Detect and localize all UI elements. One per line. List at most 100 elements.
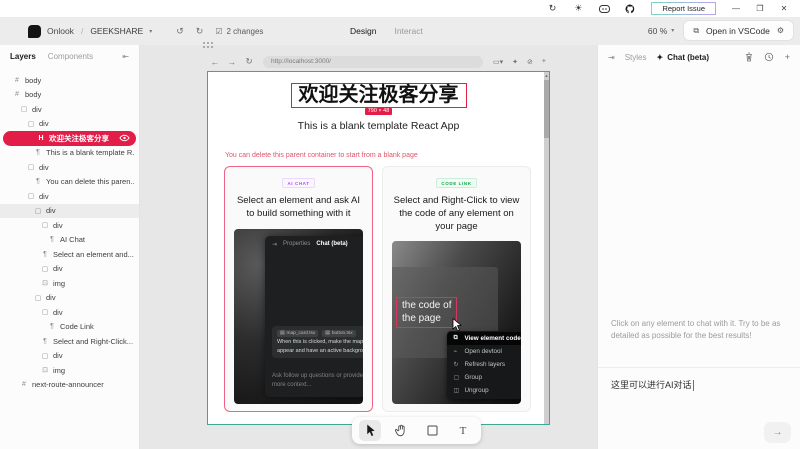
box-icon: ▢ <box>27 193 35 201</box>
context-menu: ⧉ View element code ⌁ Open devtool ↻ Refresh … <box>447 330 521 399</box>
report-issue-button[interactable]: Report Issue <box>651 2 716 15</box>
tab-layers[interactable]: Layers <box>10 52 36 61</box>
ai-chat-card[interactable]: AI CHAT Select an element and ask AI to … <box>224 166 373 412</box>
layer-row[interactable]: ¶ This is a blank template R... <box>0 146 139 161</box>
layer-row[interactable]: ▢ div <box>0 117 139 132</box>
hash-icon: # <box>15 91 19 99</box>
collapse-panel-icon[interactable]: ⇥ <box>608 53 615 62</box>
layer-row[interactable]: # body <box>0 88 139 103</box>
layer-label: div <box>53 220 63 230</box>
layer-row[interactable]: ▢ div <box>0 349 139 364</box>
close-button[interactable]: ✕ <box>772 0 796 17</box>
minimize-button[interactable]: — <box>724 0 748 17</box>
layer-label: div <box>39 119 49 129</box>
box-icon: ▢ <box>41 352 49 360</box>
layer-row[interactable]: ▢ div <box>0 262 139 277</box>
shot-tab-properties: Properties <box>282 241 311 248</box>
disable-interactions-icon[interactable]: ⊘ <box>527 58 533 66</box>
redo-icon[interactable]: ↻ <box>196 26 204 37</box>
box-icon: ▢ <box>41 265 49 273</box>
github-icon[interactable] <box>617 0 643 17</box>
layer-row[interactable]: ¶ AI Chat <box>0 233 139 248</box>
maximize-button[interactable]: ❐ <box>748 0 772 17</box>
vscode-icon: ⧉ <box>693 25 700 35</box>
selected-heading[interactable]: 欢迎关注极客分享 <box>290 83 467 108</box>
layer-row[interactable]: ⊡ img <box>0 276 139 291</box>
tab-components[interactable]: Components <box>48 52 93 61</box>
changes-status[interactable]: ☑ 2 changes <box>215 27 263 36</box>
layer-row[interactable]: ▢ div <box>0 102 139 117</box>
gear-icon[interactable]: ⚙ <box>777 26 784 35</box>
layer-row[interactable]: ¶ Select and Right-Click... <box>0 334 139 349</box>
trash-icon[interactable] <box>745 52 753 62</box>
device-select-icon[interactable]: ▭▾ <box>493 58 503 66</box>
eye-icon[interactable] <box>119 134 130 142</box>
add-frame-icon[interactable]: + <box>542 58 546 65</box>
frame-scrollbar[interactable]: ▲ <box>544 72 549 424</box>
img-icon: ⊡ <box>42 367 48 375</box>
open-in-vscode-button[interactable]: ⧉ Open in VSCode ⚙ <box>683 20 794 41</box>
layer-row[interactable]: ▢ div <box>0 203 139 218</box>
text-icon: ¶ <box>43 250 47 258</box>
layer-row[interactable]: ▢ div <box>0 189 139 204</box>
send-message-button[interactable]: → <box>764 422 791 443</box>
layer-label: body <box>25 75 42 85</box>
layer-row[interactable]: ▢ div <box>0 218 139 233</box>
layer-row[interactable]: ¶ Code Link <box>0 320 139 335</box>
reload-icon[interactable]: ↻ <box>241 56 257 67</box>
code-link-card[interactable]: CODE LINK Select and Right-Click to view… <box>382 166 531 412</box>
layer-row[interactable]: ▢ div <box>0 160 139 175</box>
mode-tabbar: Design Interact <box>348 15 425 45</box>
layer-row[interactable]: ▢ div <box>0 305 139 320</box>
layer-label: div <box>53 264 63 274</box>
group-icon: ▢ <box>453 374 460 381</box>
new-chat-icon[interactable]: + <box>785 52 790 62</box>
tab-chat[interactable]: ✦ Chat (beta) <box>657 53 709 62</box>
url-input[interactable]: http://localhost:3000/ <box>263 55 484 68</box>
ungroup-icon: ◫ <box>453 387 460 394</box>
chevron-down-icon: ▾ <box>671 28 675 34</box>
layer-row[interactable]: H 欢迎关注极客分享 <box>3 131 136 146</box>
select-tool[interactable] <box>359 420 381 441</box>
reload-app-icon[interactable]: ↻ <box>539 0 565 17</box>
insert-text-tool[interactable]: T <box>452 420 474 441</box>
zoom-control[interactable]: 60 % ▾ <box>648 26 674 36</box>
layer-row[interactable]: # next-route-announcer <box>0 378 139 393</box>
heading-icon: H <box>38 134 44 142</box>
chevron-down-icon[interactable]: ▾ <box>149 28 152 35</box>
undo-icon[interactable]: ↺ <box>176 26 184 37</box>
theme-icon[interactable]: ☀ <box>565 0 591 17</box>
tab-interact[interactable]: Interact <box>392 17 424 45</box>
project-name[interactable]: GEEKSHARE <box>90 26 143 36</box>
onlook-logo-icon[interactable] <box>28 24 41 38</box>
chat-input[interactable]: 这里可以进行AI对话 <box>611 378 791 392</box>
layer-row[interactable]: ⊡ img <box>0 363 139 378</box>
back-icon[interactable]: ← <box>207 57 223 67</box>
collapse-panel-icon[interactable]: ⇤ <box>122 52 129 61</box>
tab-styles[interactable]: Styles <box>625 53 647 62</box>
forward-icon[interactable]: → <box>224 57 240 67</box>
layer-label: div <box>39 162 49 172</box>
layer-row[interactable]: # body <box>0 73 139 88</box>
layer-label: div <box>32 104 42 114</box>
arrow-right-icon: → <box>772 427 783 438</box>
brand-name: Onlook <box>47 26 74 36</box>
tab-design[interactable]: Design <box>348 15 379 45</box>
theme-toggle-icon[interactable]: ✦ <box>512 58 518 66</box>
context-menu-item: ▢ Group <box>447 371 521 384</box>
file-icon: ▤ <box>279 330 285 336</box>
text-icon: ¶ <box>50 323 54 331</box>
layer-row[interactable]: ¶ You can delete this paren... <box>0 175 139 190</box>
discord-icon[interactable] <box>591 0 617 17</box>
frame-drag-handle-icon[interactable] <box>202 41 214 49</box>
layer-row[interactable]: ▢ div <box>0 291 139 306</box>
preview-frame[interactable]: 欢迎关注极客分享 790 × 48 This is a blank templa… <box>207 71 550 425</box>
frame-subtitle[interactable]: This is a blank template React App <box>208 120 549 132</box>
pan-tool[interactable] <box>390 420 412 441</box>
delete-hint-text[interactable]: You can delete this parent container to … <box>225 152 418 159</box>
history-icon[interactable] <box>764 52 774 62</box>
context-menu-item: ◫ Ungroup <box>447 384 521 397</box>
layer-row[interactable]: ¶ Select an element and... <box>0 247 139 262</box>
insert-div-tool[interactable] <box>421 420 443 441</box>
cursor-icon <box>451 317 463 337</box>
